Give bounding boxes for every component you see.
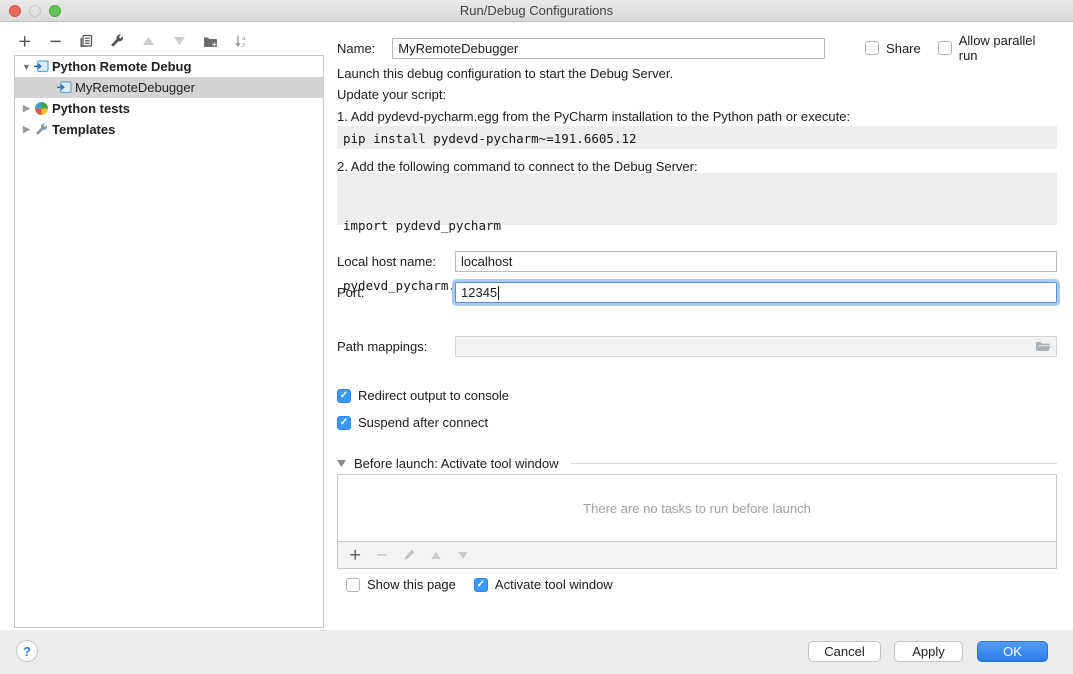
configurations-toolbar: az	[16, 30, 249, 52]
port-value: 12345	[461, 285, 497, 300]
suspend-after-connect-label: Suspend after connect	[358, 415, 488, 430]
configurations-tree: ▼ Python Remote Debug MyRemoteDebugger ▶…	[14, 55, 324, 628]
svg-text:z: z	[242, 42, 245, 48]
sort-alphabetically-icon: az	[233, 33, 249, 49]
section-divider	[571, 463, 1057, 464]
activate-tool-window-checkbox[interactable]: ✓	[474, 578, 488, 592]
ok-button[interactable]: OK	[977, 641, 1048, 662]
instruction-line-1: Launch this debug configuration to start…	[337, 66, 673, 81]
move-up-icon	[140, 33, 156, 49]
local-host-name-input[interactable]	[455, 251, 1057, 272]
python-tests-icon	[32, 102, 50, 115]
edit-task-icon	[401, 547, 417, 563]
instruction-step-2: 2. Add the following command to connect …	[337, 159, 698, 174]
tree-item-python-remote-debug[interactable]: ▼ Python Remote Debug	[15, 56, 323, 77]
dialog-footer: ? Cancel Apply OK	[0, 630, 1073, 674]
suspend-after-connect-checkbox[interactable]: ✓	[337, 416, 351, 430]
tree-item-python-tests[interactable]: ▶ Python tests	[15, 98, 323, 119]
move-down-icon	[171, 33, 187, 49]
remote-debug-icon	[32, 60, 50, 73]
local-host-name-label: Local host name:	[337, 254, 455, 269]
settrace-code-line-1: import pydevd_pycharm	[343, 216, 1051, 236]
expander-expanded-icon[interactable]: ▼	[21, 62, 32, 72]
tree-item-label: MyRemoteDebugger	[75, 80, 195, 95]
before-launch-task-list[interactable]: There are no tasks to run before launch	[337, 474, 1057, 542]
path-mappings-input[interactable]	[455, 336, 1057, 357]
dialog-content: az ▼ Python Remote Debug MyRemoteDebugge…	[0, 22, 1073, 630]
instruction-line-2: Update your script:	[337, 87, 446, 102]
cancel-button[interactable]: Cancel	[808, 641, 881, 662]
configuration-form: Name: Share Allow parallel run Launch th…	[337, 22, 1057, 630]
pip-install-code: pip install pydevd-pycharm~=191.6605.12	[337, 126, 1057, 149]
tree-item-templates[interactable]: ▶ Templates	[15, 119, 323, 140]
templates-wrench-icon	[32, 123, 50, 136]
path-mappings-label: Path mappings:	[337, 339, 455, 354]
allow-parallel-run-label: Allow parallel run	[959, 33, 1057, 63]
before-launch-collapse-icon[interactable]	[337, 460, 346, 467]
instruction-step-1: 1. Add pydevd-pycharm.egg from the PyCha…	[337, 109, 850, 124]
titlebar: Run/Debug Configurations	[0, 0, 1073, 22]
activate-tool-window-label: Activate tool window	[495, 577, 613, 592]
help-button[interactable]: ?	[16, 640, 38, 662]
tree-item-myremotedebugger[interactable]: MyRemoteDebugger	[15, 77, 323, 98]
port-label: Port:	[337, 285, 455, 300]
tree-item-label: Python Remote Debug	[52, 59, 191, 74]
settrace-code-block: import pydevd_pycharm pydevd_pycharm.set…	[337, 173, 1057, 225]
remove-task-icon	[374, 547, 390, 563]
name-label: Name:	[337, 41, 375, 56]
tree-item-label: Templates	[52, 122, 115, 137]
add-configuration-icon[interactable]	[16, 33, 32, 49]
name-input[interactable]	[392, 38, 825, 59]
svg-text:a: a	[242, 35, 246, 42]
move-task-down-icon	[455, 547, 471, 563]
redirect-output-label: Redirect output to console	[358, 388, 509, 403]
before-launch-header: Before launch: Activate tool window	[354, 456, 559, 471]
before-launch-toolbar	[337, 542, 1057, 569]
share-checkbox[interactable]	[865, 41, 879, 55]
browse-folder-icon[interactable]	[1035, 340, 1051, 353]
expander-collapsed-icon[interactable]: ▶	[21, 124, 32, 135]
allow-parallel-run-checkbox[interactable]	[938, 41, 952, 55]
before-launch-empty-text: There are no tasks to run before launch	[583, 501, 811, 516]
show-this-page-checkbox[interactable]	[346, 578, 360, 592]
remove-configuration-icon[interactable]	[47, 33, 63, 49]
tree-item-label: Python tests	[52, 101, 130, 116]
share-label: Share	[886, 41, 921, 56]
move-task-up-icon	[428, 547, 444, 563]
new-folder-icon[interactable]	[202, 33, 218, 49]
edit-defaults-wrench-icon[interactable]	[109, 33, 125, 49]
redirect-output-checkbox[interactable]: ✓	[337, 389, 351, 403]
run-debug-configurations-dialog: Run/Debug Configurations	[0, 0, 1073, 674]
add-task-icon[interactable]	[347, 547, 363, 563]
show-this-page-label: Show this page	[367, 577, 456, 592]
copy-configuration-icon[interactable]	[78, 33, 94, 49]
apply-button[interactable]: Apply	[894, 641, 963, 662]
remote-debug-icon	[55, 81, 73, 94]
window-title: Run/Debug Configurations	[0, 0, 1073, 22]
expander-collapsed-icon[interactable]: ▶	[21, 103, 32, 114]
port-input[interactable]: 12345	[455, 282, 1057, 303]
text-caret	[498, 286, 499, 300]
